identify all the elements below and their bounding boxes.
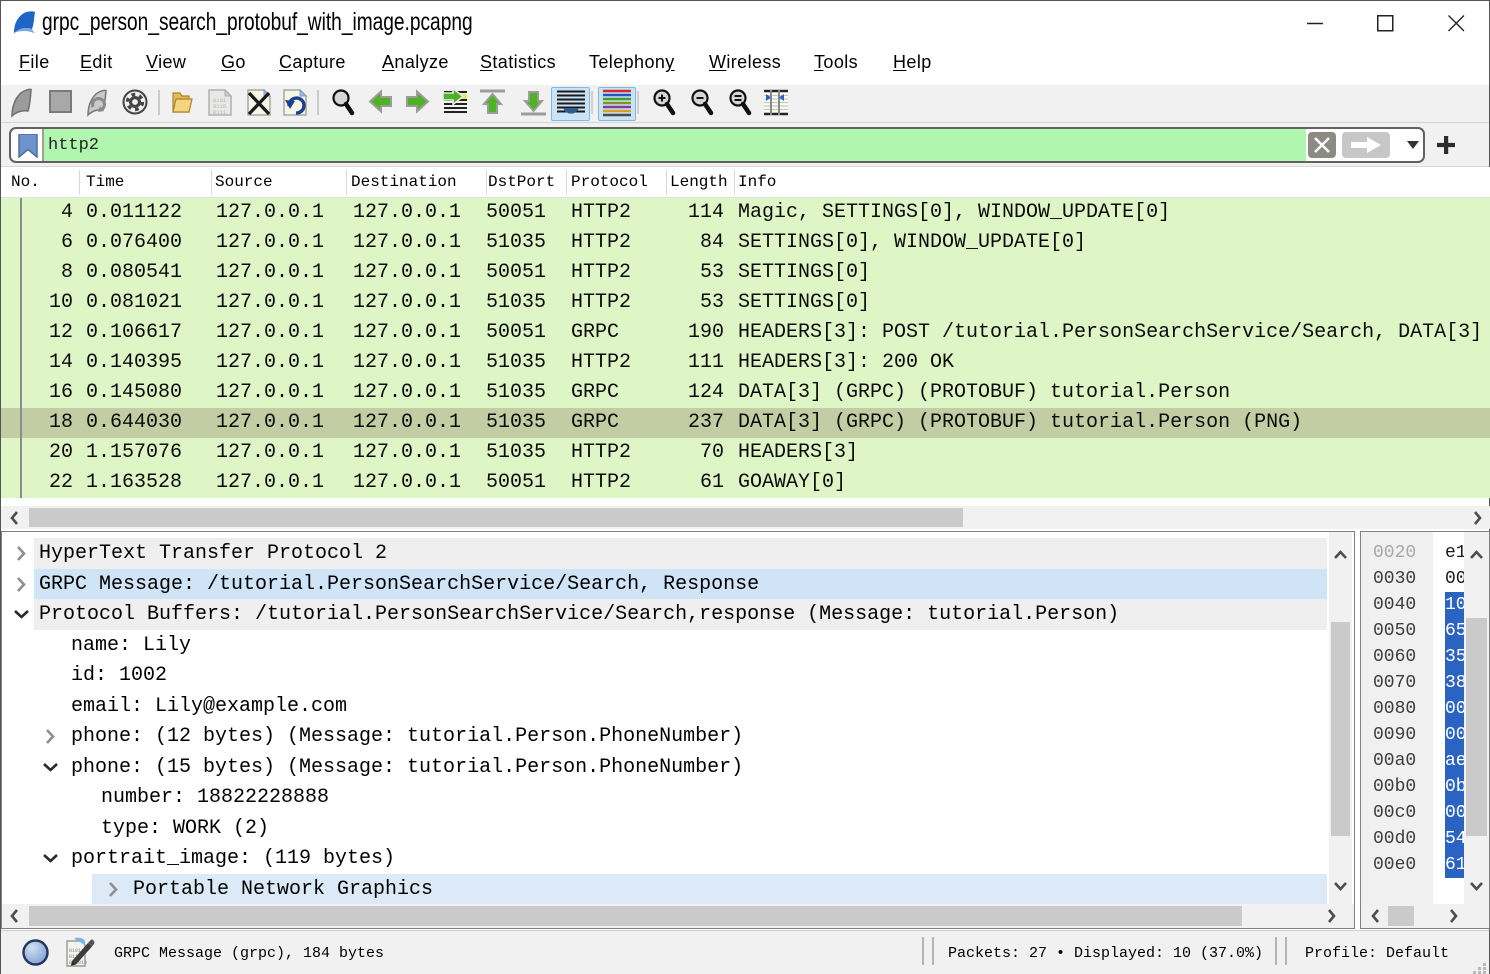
- svg-text:0111: 0111: [213, 109, 227, 116]
